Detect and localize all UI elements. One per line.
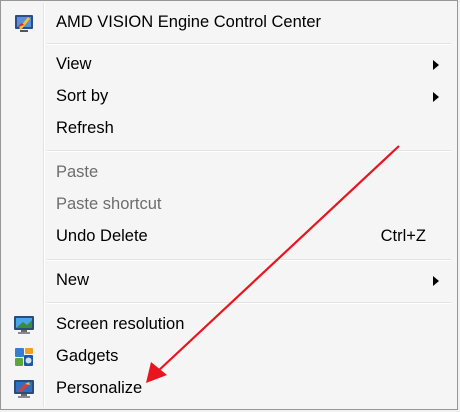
- menu-separator: [47, 259, 451, 261]
- submenu-arrow-icon: [433, 60, 439, 70]
- menu-item-refresh[interactable]: Refresh: [3, 114, 455, 144]
- menu-item-label: Undo Delete: [56, 227, 148, 245]
- amd-vision-icon: [13, 12, 35, 34]
- gadgets-icon: [13, 346, 35, 368]
- submenu-arrow-icon: [433, 92, 439, 102]
- menu-item-label: View: [56, 55, 92, 73]
- submenu-arrow-icon: [433, 276, 439, 286]
- menu-item-label: Personalize: [56, 379, 143, 397]
- menu-item-label: Gadgets: [56, 347, 119, 365]
- menu-item-undo-delete[interactable]: Undo Delete Ctrl+Z: [3, 222, 455, 252]
- menu-item-new[interactable]: New: [3, 266, 455, 296]
- menu-item-gadgets[interactable]: Gadgets: [3, 342, 455, 372]
- menu-item-personalize[interactable]: Personalize: [3, 374, 455, 404]
- menu-item-amd-vision[interactable]: AMD VISION Engine Control Center: [3, 8, 455, 38]
- menu-item-label: Screen resolution: [56, 315, 185, 333]
- screen-resolution-icon: [13, 314, 35, 336]
- menu-separator: [47, 150, 451, 152]
- desktop-context-menu: AMD VISION Engine Control Center View So…: [0, 0, 458, 410]
- menu-item-label: AMD VISION Engine Control Center: [56, 13, 322, 31]
- menu-item-screen-resolution[interactable]: Screen resolution: [3, 310, 455, 340]
- menu-separator: [47, 302, 451, 304]
- menu-item-label: Refresh: [56, 119, 114, 137]
- menu-item-view[interactable]: View: [3, 50, 455, 80]
- menu-item-label: New: [56, 271, 90, 289]
- menu-item-label: Sort by: [56, 87, 109, 105]
- menu-item-shortcut: Ctrl+Z: [380, 227, 426, 245]
- menu-separator: [47, 43, 451, 45]
- menu-item-paste: Paste: [3, 158, 455, 188]
- menu-item-label: Paste shortcut: [56, 195, 162, 213]
- menu-item-sort-by[interactable]: Sort by: [3, 82, 455, 112]
- personalize-icon: [13, 378, 35, 400]
- menu-item-label: Paste: [56, 163, 99, 181]
- menu-item-paste-shortcut: Paste shortcut: [3, 190, 455, 220]
